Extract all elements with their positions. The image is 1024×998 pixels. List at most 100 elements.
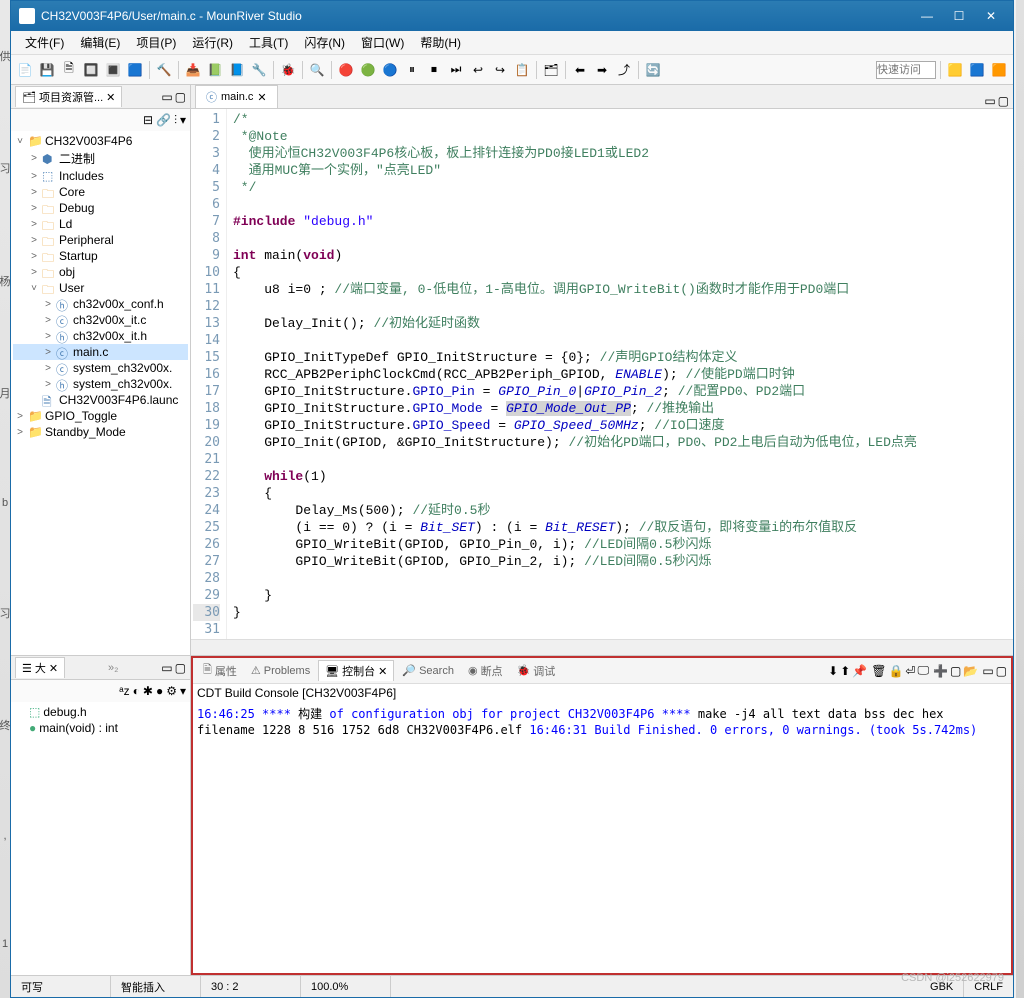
tb-icon-14[interactable]: 🔴: [336, 60, 356, 80]
menu-icon[interactable]: ▾: [180, 113, 186, 127]
tree-item[interactable]: >📁GPIO_Toggle: [13, 408, 188, 424]
menu-tools[interactable]: 工具(T): [241, 32, 296, 53]
tree-item[interactable]: >🗀Peripheral: [13, 232, 188, 248]
tb-icon-21[interactable]: ↪: [490, 60, 510, 80]
close-button[interactable]: ✕: [977, 6, 1005, 26]
tb-icon-19[interactable]: ⏭: [446, 60, 466, 80]
close-icon[interactable]: ✕: [106, 91, 115, 104]
editor-body[interactable]: 1234567891011121314151617181920212223242…: [191, 109, 1013, 639]
expand-icon[interactable]: ˅: [15, 136, 25, 147]
minimize-view-icon[interactable]: ▭: [161, 661, 172, 675]
outline-filter-icon[interactable]: ◐: [133, 684, 140, 698]
tab-debug[interactable]: 🐞调试: [511, 661, 562, 681]
tree-item[interactable]: >ⓗch32v00x_conf.h: [13, 296, 188, 312]
tab-search[interactable]: 🔎Search: [396, 662, 460, 679]
filter-icon[interactable]: ⫶: [174, 113, 177, 128]
expand-icon[interactable]: >: [15, 427, 25, 438]
tb-icon-17[interactable]: ⏸: [402, 60, 422, 80]
minimize-button[interactable]: —: [913, 6, 941, 26]
expand-icon[interactable]: >: [29, 251, 39, 262]
expand-icon[interactable]: >: [29, 203, 39, 214]
menu-window[interactable]: 窗口(W): [353, 32, 412, 53]
fwd-icon[interactable]: ➡: [592, 60, 612, 80]
tree-item[interactable]: ˅📁CH32V003F4P6: [13, 133, 188, 149]
outline-tab[interactable]: ☰ 大 ✕: [15, 657, 65, 678]
outline-opt2-icon[interactable]: ●: [156, 684, 163, 698]
btn-new-icon[interactable]: ➕: [933, 664, 948, 678]
perspective-icon-3[interactable]: 🟧: [989, 60, 1009, 80]
tree-item[interactable]: ˅🗀User: [13, 280, 188, 296]
tb-icon-5[interactable]: 🔳: [103, 60, 123, 80]
maximize-button[interactable]: ☐: [945, 6, 973, 26]
link-icon[interactable]: 🔗: [156, 113, 171, 127]
expand-icon[interactable]: >: [43, 379, 53, 390]
btn-clear-icon[interactable]: 🗑: [871, 664, 886, 678]
expand-icon[interactable]: >: [43, 363, 53, 374]
outline-opt3-icon[interactable]: ⚙: [166, 684, 177, 698]
btn-pin-icon[interactable]: 📌: [852, 664, 867, 678]
tree-item[interactable]: >ⓗsystem_ch32v00x.: [13, 376, 188, 392]
tree-item[interactable]: >🗀Core: [13, 184, 188, 200]
tb-icon-18[interactable]: ⏹: [424, 60, 444, 80]
expand-icon[interactable]: >: [43, 347, 53, 358]
menu-icon[interactable]: ▾: [180, 684, 186, 698]
tree-item[interactable]: >🗀Ld: [13, 216, 188, 232]
search-icon[interactable]: 🔍: [307, 60, 327, 80]
tb-icon-4[interactable]: 🔲: [81, 60, 101, 80]
perspective-icon-2[interactable]: 🟦: [967, 60, 987, 80]
close-icon[interactable]: ✕: [378, 665, 387, 678]
tb-icon-20[interactable]: ↩: [468, 60, 488, 80]
expand-icon[interactable]: >: [15, 411, 25, 422]
outline-opt-icon[interactable]: ✱: [143, 684, 153, 698]
btn-console-sel-icon[interactable]: ▢: [950, 664, 961, 678]
build-icon[interactable]: 🔨: [154, 60, 174, 80]
btn-lock-icon[interactable]: 🔒: [888, 664, 903, 678]
minimize-view-icon[interactable]: ▭: [982, 664, 993, 678]
tree-item[interactable]: >🗀Startup: [13, 248, 188, 264]
expand-icon[interactable]: >: [29, 187, 39, 198]
expand-icon[interactable]: >: [43, 315, 53, 326]
perspective-icon-1[interactable]: 🟨: [945, 60, 965, 80]
close-icon[interactable]: ✕: [49, 662, 58, 675]
minimize-view-icon[interactable]: ▭: [161, 90, 172, 104]
tree-item[interactable]: >ⓒmain.c: [13, 344, 188, 360]
tab-breakpoints[interactable]: ◉断点: [462, 661, 509, 681]
expand-icon[interactable]: >: [29, 267, 39, 278]
console-body[interactable]: 16:46:25 **** 构建 of configuration obj fo…: [193, 702, 1011, 973]
menu-project[interactable]: 项目(P): [128, 32, 184, 53]
expand-icon[interactable]: >: [29, 153, 39, 164]
tb-icon-23[interactable]: 🗂: [541, 60, 561, 80]
tb-icon-22[interactable]: 📋: [512, 60, 532, 80]
editor-tab-main[interactable]: ⓒ main.c ✕: [195, 85, 278, 108]
menu-help[interactable]: 帮助(H): [412, 32, 469, 53]
expand-icon[interactable]: >: [29, 235, 39, 246]
minimize-editor-icon[interactable]: ▭: [984, 94, 995, 108]
tree-item[interactable]: >📁Standby_Mode: [13, 424, 188, 440]
sort-icon[interactable]: ᵃz: [119, 684, 129, 698]
line-gutter[interactable]: 1234567891011121314151617181920212223242…: [191, 109, 227, 639]
tree-item[interactable]: >ⓒsystem_ch32v00x.: [13, 360, 188, 376]
tb-icon-27[interactable]: 🔄: [643, 60, 663, 80]
tb-icon-8[interactable]: 📥: [183, 60, 203, 80]
btn-open-icon[interactable]: 📂: [963, 664, 978, 678]
menu-run[interactable]: 运行(R): [184, 32, 241, 53]
project-explorer-tab[interactable]: 🗂 项目资源管... ✕: [15, 86, 122, 107]
tree-item[interactable]: >ⓒch32v00x_it.c: [13, 312, 188, 328]
btn-up-icon[interactable]: ⬆: [840, 664, 850, 678]
collapse-icon[interactable]: ⊟: [143, 113, 153, 127]
back-icon[interactable]: ⬅: [570, 60, 590, 80]
tb-icon-11[interactable]: 🔧: [249, 60, 269, 80]
expand-icon[interactable]: >: [43, 331, 53, 342]
tab-console[interactable]: 🖥控制台 ✕: [318, 660, 394, 681]
outline-item[interactable]: ⬚ debug.h: [13, 704, 188, 720]
maximize-view-icon[interactable]: ▢: [175, 661, 186, 675]
maximize-editor-icon[interactable]: ▢: [998, 94, 1009, 108]
expand-icon[interactable]: >: [43, 299, 53, 310]
quick-access-input[interactable]: [876, 61, 936, 79]
tree-item[interactable]: >🗀obj: [13, 264, 188, 280]
menu-flash[interactable]: 闪存(N): [296, 32, 353, 53]
maximize-view-icon[interactable]: ▢: [996, 664, 1007, 678]
tb-icon-16[interactable]: 🔵: [380, 60, 400, 80]
expand-icon[interactable]: ˅: [29, 283, 39, 294]
maximize-view-icon[interactable]: ▢: [175, 90, 186, 104]
